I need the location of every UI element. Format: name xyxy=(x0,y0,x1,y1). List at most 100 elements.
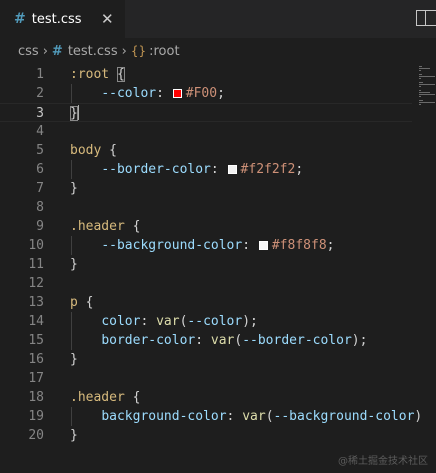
code-token: } xyxy=(70,257,78,272)
code-token: #f2f2f2 xyxy=(240,162,296,177)
code-line[interactable]: 12 xyxy=(0,274,412,293)
code-token: ); xyxy=(242,314,258,329)
matched-bracket: } xyxy=(70,106,78,121)
code-line[interactable]: 7} xyxy=(0,179,412,198)
code-token: --border-color xyxy=(242,333,352,348)
color-swatch[interactable] xyxy=(172,89,182,98)
code-line[interactable]: 10 --background-color: #f8f8f8; xyxy=(0,236,412,255)
color-swatch[interactable] xyxy=(227,165,237,174)
code-line[interactable]: 8 xyxy=(0,198,412,217)
close-icon[interactable]: ✕ xyxy=(101,10,114,28)
css-file-icon: # xyxy=(14,11,26,27)
code-token: background-color xyxy=(101,409,227,424)
code-token: #F00 xyxy=(185,86,218,101)
code-line[interactable]: 11} xyxy=(0,255,412,274)
breadcrumb-symbol[interactable]: :root xyxy=(149,44,179,59)
code-line[interactable]: 1 :root { xyxy=(0,65,412,84)
minimap-line xyxy=(419,76,435,77)
code-token: : xyxy=(242,238,258,253)
minimap-line xyxy=(419,78,421,79)
code-line[interactable]: 13 p { xyxy=(0,293,412,312)
line-number: 1 xyxy=(36,67,44,82)
line-number: 6 xyxy=(36,162,44,177)
code-line[interactable]: 4 xyxy=(0,122,412,141)
minimap-line xyxy=(419,86,421,87)
code-token: ; xyxy=(295,162,304,177)
tab-test-css[interactable]: # test.css ✕ xyxy=(0,0,125,38)
code-token: : xyxy=(156,86,172,101)
code-line[interactable]: 20} xyxy=(0,426,412,445)
code-token: --background-color xyxy=(101,238,243,253)
line-number: 7 xyxy=(36,181,44,196)
code-token: --color xyxy=(187,314,243,329)
minimap[interactable] xyxy=(418,64,436,473)
code-line[interactable]: 14 color: var(--color); xyxy=(0,312,412,331)
code-line[interactable]: 2 --color: #F00; xyxy=(0,84,412,103)
code-token: --color xyxy=(101,86,157,101)
css-file-icon: # xyxy=(51,43,63,59)
code-token: .header xyxy=(70,219,125,234)
indent-guide xyxy=(71,407,72,426)
line-number: 5 xyxy=(36,143,44,158)
line-number: 9 xyxy=(36,219,44,234)
code-line[interactable]: 9 .header { xyxy=(0,217,412,236)
code-token: body xyxy=(70,143,102,158)
minimap-line xyxy=(419,96,421,97)
code-token: ); xyxy=(351,333,368,348)
line-number: 17 xyxy=(28,371,44,386)
code-token: ( xyxy=(265,409,274,424)
code-text: border-color: var(--border-color); xyxy=(70,331,367,350)
line-number: 18 xyxy=(28,390,44,405)
tab-bar: # test.css ✕ xyxy=(0,0,436,38)
line-number: 14 xyxy=(28,314,44,329)
code-line[interactable]: 18 .header { xyxy=(0,388,412,407)
breadcrumb-folder[interactable]: css xyxy=(18,44,39,59)
code-line[interactable]: 16} xyxy=(0,350,412,369)
editor-window: # test.css ✕ css › # test.css › {} :root… xyxy=(0,0,436,473)
minimap-line xyxy=(419,90,421,91)
tab-label: test.css xyxy=(31,11,82,27)
line-number: 12 xyxy=(28,276,44,291)
code-text: } xyxy=(70,255,78,274)
split-editor-icon[interactable] xyxy=(416,10,436,26)
code-line[interactable]: 19 background-color: var(--background-co… xyxy=(0,407,422,426)
matched-bracket: { xyxy=(116,67,125,82)
line-number: 4 xyxy=(36,124,44,139)
breadcrumb-file[interactable]: test.css xyxy=(68,44,118,59)
minimap-line xyxy=(419,104,421,105)
code-token: } xyxy=(70,181,78,196)
code-token: : xyxy=(195,333,211,348)
minimap-line xyxy=(419,102,435,103)
code-text: } xyxy=(70,350,78,369)
code-editor[interactable]: 1:root {2 --color: #F00; 3} 4 5 body {6 --bo… xyxy=(0,64,436,473)
breadcrumb: css › # test.css › {} :root xyxy=(0,38,436,64)
code-text: --border-color: #f2f2f2; xyxy=(70,160,303,179)
indent-guide xyxy=(71,236,72,255)
code-line[interactable]: 17 xyxy=(0,369,412,388)
code-token: --background-color xyxy=(273,409,415,424)
code-text: } xyxy=(70,104,79,123)
code-token: ; xyxy=(217,86,225,101)
indent-guide xyxy=(71,312,72,350)
line-number: 8 xyxy=(36,200,44,215)
line-number: 10 xyxy=(28,238,44,253)
indent-guide xyxy=(71,160,72,179)
code-token: { xyxy=(77,295,94,310)
chevron-right-icon: › xyxy=(121,43,127,59)
code-token: : xyxy=(140,314,157,329)
text-cursor xyxy=(77,105,79,120)
color-swatch[interactable] xyxy=(258,241,268,250)
code-token: :root xyxy=(70,67,110,82)
code-text: body { xyxy=(70,141,117,160)
code-line[interactable]: 15 border-color: var(--border-color); xyxy=(0,331,412,350)
code-line[interactable]: 6 --border-color: #f2f2f2; xyxy=(0,160,412,179)
code-line[interactable]: 3} xyxy=(0,103,412,122)
code-line[interactable]: 5 body { xyxy=(0,141,412,160)
line-number: 19 xyxy=(28,409,44,424)
minimap-line xyxy=(419,84,435,85)
